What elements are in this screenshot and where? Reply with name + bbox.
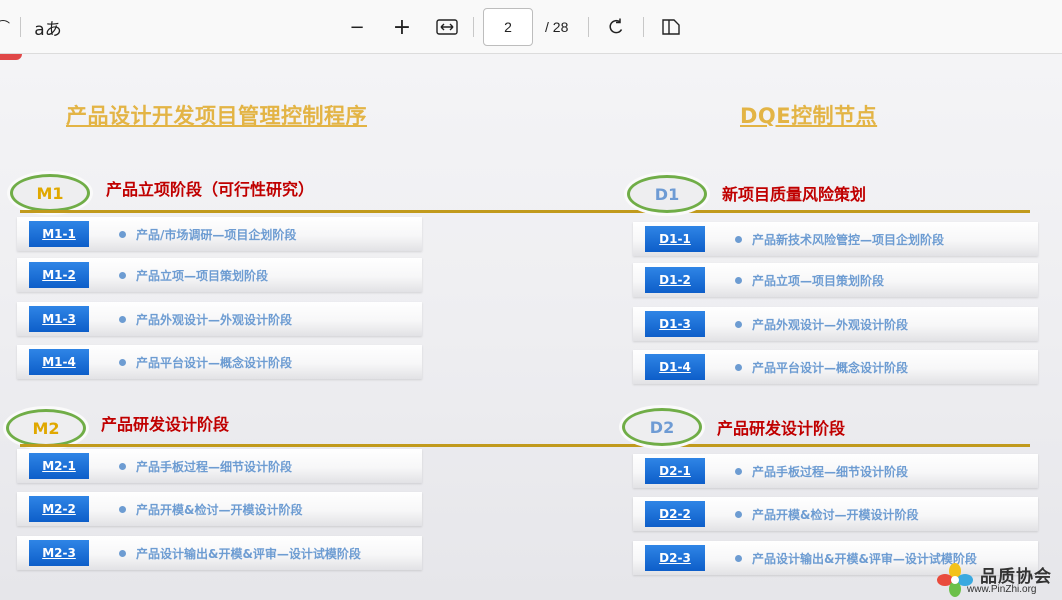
bullet-icon: [735, 364, 742, 371]
toolbar-separator: [588, 17, 589, 37]
item-text: 产品平台设计—概念设计阶段: [136, 356, 293, 370]
list-item: D1-4 产品平台设计—概念设计阶段: [633, 350, 1038, 384]
list-item: M2-2 产品开模&检讨—开模设计阶段: [17, 492, 422, 526]
item-code[interactable]: D1-2: [645, 267, 705, 293]
zoom-out-button[interactable]: −: [343, 13, 371, 41]
item-code[interactable]: D1-1: [645, 226, 705, 252]
item-code[interactable]: M1-1: [29, 221, 89, 247]
toolbar-separator: [20, 17, 21, 37]
bullet-icon: [119, 272, 126, 279]
item-code[interactable]: D1-4: [645, 354, 705, 380]
bullet-icon: [735, 321, 742, 328]
pdf-page: 产品设计开发项目管理控制程序 DQE控制节点 M1 产品立项阶段（可行性研究） …: [0, 54, 1062, 600]
item-code[interactable]: D1-3: [645, 311, 705, 337]
list-item: D2-1 产品手板过程—细节设计阶段: [633, 454, 1038, 488]
page-number-input[interactable]: 2: [483, 8, 533, 46]
list-item: M2-3 产品设计输出&开模&评审—设计试模阶段: [17, 536, 422, 570]
phase-title-m1: 产品立项阶段（可行性研究）: [106, 180, 315, 199]
bullet-icon: [119, 506, 126, 513]
fit-width-icon: [436, 19, 458, 35]
item-text: 产品设计输出&开模&评审—设计试模阶段: [136, 547, 361, 561]
badge-m1: M1: [10, 174, 90, 212]
list-item: M1-3 产品外观设计—外观设计阶段: [17, 302, 422, 336]
zoom-in-button[interactable]: +: [388, 13, 416, 41]
bullet-icon: [119, 316, 126, 323]
toolbar-separator: [473, 17, 474, 37]
bullet-icon: [119, 463, 126, 470]
item-code[interactable]: D2-1: [645, 458, 705, 484]
item-code[interactable]: D2-3: [645, 545, 705, 571]
item-text: 产品立项—项目策划阶段: [136, 269, 269, 283]
watermark-url: www.PinZhi.org: [967, 584, 1037, 595]
page-view-icon: [662, 19, 680, 35]
zoom-out-icon: −: [349, 16, 365, 38]
item-text: 产品手板过程—细节设计阶段: [136, 460, 293, 474]
right-heading: DQE控制节点: [740, 104, 878, 128]
item-text: 产品平台设计—概念设计阶段: [752, 361, 909, 375]
item-code[interactable]: M2-2: [29, 496, 89, 522]
item-code[interactable]: M1-4: [29, 349, 89, 375]
list-item: M2-1 产品手板过程—细节设计阶段: [17, 449, 422, 483]
watermark-logo: 品质协会 www.PinZhi.org: [935, 560, 1062, 600]
item-code[interactable]: M2-1: [29, 453, 89, 479]
bullet-icon: [735, 236, 742, 243]
list-item: M1-4 产品平台设计—概念设计阶段: [17, 345, 422, 379]
item-text: 产品开模&检讨—开模设计阶段: [752, 508, 919, 522]
list-item: M1-1 产品/市场调研—项目企划阶段: [17, 217, 422, 251]
bullet-icon: [735, 511, 742, 518]
item-text: 产品开模&检讨—开模设计阶段: [136, 503, 303, 517]
rotate-icon: [609, 18, 623, 34]
item-text: 产品/市场调研—项目企划阶段: [136, 228, 297, 242]
list-item: D1-3 产品外观设计—外观设计阶段: [633, 307, 1038, 341]
item-code[interactable]: M1-3: [29, 306, 89, 332]
sidebar-toggle-edge[interactable]: ⌒: [0, 13, 10, 41]
list-item: D1-2 产品立项—项目策划阶段: [633, 263, 1038, 297]
badge-d2: D2: [622, 408, 702, 446]
toolbar-separator: [643, 17, 644, 37]
phase-title-m2: 产品研发设计阶段: [101, 415, 230, 434]
left-heading: 产品设计开发项目管理控制程序: [66, 104, 367, 128]
bullet-icon: [119, 359, 126, 366]
zoom-in-icon: +: [392, 14, 412, 40]
list-item: D2-2 产品开模&检讨—开模设计阶段: [633, 497, 1038, 531]
bullet-icon: [119, 231, 126, 238]
item-text: 产品外观设计—外观设计阶段: [752, 318, 909, 332]
divider-line-2: [20, 444, 1030, 447]
item-code[interactable]: D2-2: [645, 501, 705, 527]
list-item: M1-2 产品立项—项目策划阶段: [17, 258, 422, 292]
page-corner-mark: [0, 54, 22, 60]
badge-d1: D1: [627, 175, 707, 213]
bullet-icon: [119, 550, 126, 557]
item-code[interactable]: M2-3: [29, 540, 89, 566]
item-text: 产品立项—项目策划阶段: [752, 274, 885, 288]
item-text: 产品外观设计—外观设计阶段: [136, 313, 293, 327]
list-item: D1-1 产品新技术风险管控—项目企划阶段: [633, 222, 1038, 256]
phase-title-d1: 新项目质量风险策划: [722, 185, 867, 204]
item-text: 产品手板过程—细节设计阶段: [752, 465, 909, 479]
rotate-button[interactable]: [602, 13, 630, 41]
phase-title-d2: 产品研发设计阶段: [717, 419, 846, 438]
pdf-toolbar: ⌒ aあ − + 2 / 28: [0, 0, 1062, 54]
item-code[interactable]: M1-2: [29, 262, 89, 288]
divider-line-1: [20, 210, 1030, 213]
page-view-button[interactable]: [657, 13, 685, 41]
text-mode-button[interactable]: aあ: [33, 13, 63, 41]
fit-width-button[interactable]: [433, 13, 461, 41]
bullet-icon: [735, 277, 742, 284]
bullet-icon: [735, 468, 742, 475]
text-mode-icon: aあ: [34, 19, 62, 40]
badge-m2: M2: [6, 409, 86, 447]
page-total: / 28: [545, 19, 569, 35]
bullet-icon: [735, 555, 742, 562]
item-text: 产品新技术风险管控—项目企划阶段: [752, 233, 945, 247]
